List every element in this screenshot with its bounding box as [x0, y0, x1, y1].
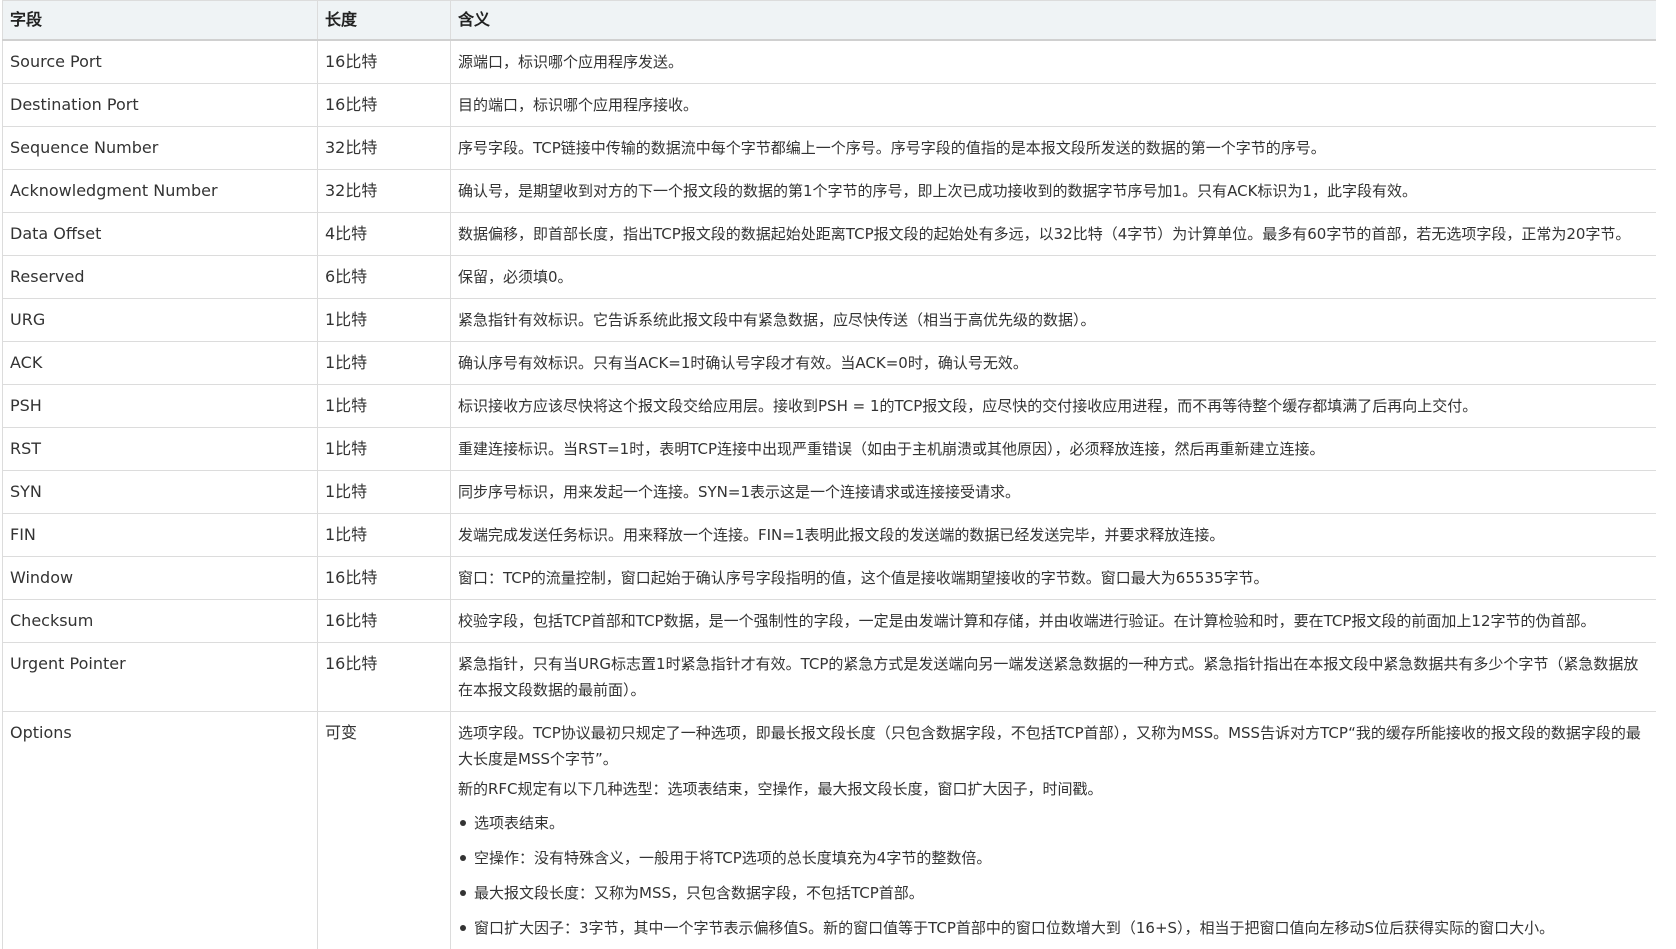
cell-field: RST — [2, 427, 318, 471]
cell-length: 1比特 — [317, 384, 451, 428]
cell-meaning: 数据偏移，即首部长度，指出TCP报文段的数据起始处距离TCP报文段的起始处有多远… — [450, 212, 1656, 256]
table-row: Urgent Pointer 16比特 紧急指针，只有当URG标志置1时紧急指针… — [2, 642, 1656, 712]
table-header-row: 字段 长度 含义 — [2, 0, 1656, 41]
list-item-text: 窗口扩大因子：3字节，其中一个字节表示偏移值S。新的窗口值等于TCP首部中的窗口… — [474, 919, 1555, 937]
cell-length: 6比特 — [317, 255, 451, 299]
cell-meaning: 窗口：TCP的流量控制，窗口起始于确认序号字段指明的值，这个值是接收端期望接收的… — [450, 556, 1656, 600]
cell-meaning: 目的端口，标识哪个应用程序接收。 — [450, 83, 1656, 127]
cell-length: 16比特 — [317, 83, 451, 127]
bullet-icon — [460, 890, 466, 896]
cell-field: Destination Port — [2, 83, 318, 127]
cell-meaning: 标识接收方应该尽快将这个报文段交给应用层。接收到PSH = 1的TCP报文段，应… — [450, 384, 1656, 428]
cell-length: 1比特 — [317, 470, 451, 514]
cell-field: Source Port — [2, 39, 318, 84]
list-item-text: 选项表结束。 — [474, 814, 565, 832]
cell-field: Sequence Number — [2, 126, 318, 170]
options-list: 选项表结束。 空操作：没有特殊含义，一般用于将TCP选项的总长度填充为4字节的整… — [458, 810, 1649, 941]
cell-field: Reserved — [2, 255, 318, 299]
table-row: Window 16比特 窗口：TCP的流量控制，窗口起始于确认序号字段指明的值，… — [2, 556, 1656, 600]
cell-length: 1比特 — [317, 513, 451, 557]
cell-length: 1比特 — [317, 298, 451, 342]
cell-length: 32比特 — [317, 126, 451, 170]
cell-field: Window — [2, 556, 318, 600]
cell-meaning: 校验字段，包括TCP首部和TCP数据，是一个强制性的字段，一定是由发端计算和存储… — [450, 599, 1656, 643]
cell-field: Checksum — [2, 599, 318, 643]
cell-meaning: 重建连接标识。当RST=1时，表明TCP连接中出现严重错误（如由于主机崩溃或其他… — [450, 427, 1656, 471]
cell-field: SYN — [2, 470, 318, 514]
bullet-icon — [460, 855, 466, 861]
cell-length: 16比特 — [317, 39, 451, 84]
cell-length: 可变 — [317, 711, 451, 949]
list-item: 最大报文段长度：又称为MSS，只包含数据字段，不包括TCP首部。 — [458, 880, 1649, 906]
cell-meaning: 源端口，标识哪个应用程序发送。 — [450, 39, 1656, 84]
cell-meaning-options: 选项字段。TCP协议最初只规定了一种选项，即最长报文段长度（只包含数据字段，不包… — [450, 711, 1656, 949]
table-row: URG 1比特 紧急指针有效标识。它告诉系统此报文段中有紧急数据，应尽快传送（相… — [2, 298, 1656, 342]
cell-length: 16比特 — [317, 556, 451, 600]
options-paragraph-1: 选项字段。TCP协议最初只规定了一种选项，即最长报文段长度（只包含数据字段，不包… — [458, 724, 1641, 768]
table-row-options: Options 可变 选项字段。TCP协议最初只规定了一种选项，即最长报文段长度… — [2, 711, 1656, 949]
cell-field: PSH — [2, 384, 318, 428]
cell-field: Options — [2, 711, 318, 949]
cell-field: FIN — [2, 513, 318, 557]
table-row: RST 1比特 重建连接标识。当RST=1时，表明TCP连接中出现严重错误（如由… — [2, 427, 1656, 471]
table-row: Sequence Number 32比特 序号字段。TCP链接中传输的数据流中每… — [2, 126, 1656, 170]
cell-field: Data Offset — [2, 212, 318, 256]
list-item: 空操作：没有特殊含义，一般用于将TCP选项的总长度填充为4字节的整数倍。 — [458, 845, 1649, 871]
header-meaning: 含义 — [450, 0, 1656, 41]
cell-meaning: 同步序号标识，用来发起一个连接。SYN=1表示这是一个连接请求或连接接受请求。 — [450, 470, 1656, 514]
cell-meaning: 确认号，是期望收到对方的下一个报文段的数据的第1个字节的序号，即上次已成功接收到… — [450, 169, 1656, 213]
list-item: 窗口扩大因子：3字节，其中一个字节表示偏移值S。新的窗口值等于TCP首部中的窗口… — [458, 915, 1649, 941]
table-row: PSH 1比特 标识接收方应该尽快将这个报文段交给应用层。接收到PSH = 1的… — [2, 384, 1656, 428]
cell-field: URG — [2, 298, 318, 342]
tcp-header-fields-table: 字段 长度 含义 Source Port 16比特 源端口，标识哪个应用程序发送… — [2, 0, 1656, 949]
header-field: 字段 — [2, 0, 318, 41]
table-row: ACK 1比特 确认序号有效标识。只有当ACK=1时确认号字段才有效。当ACK=… — [2, 341, 1656, 385]
table-row: Destination Port 16比特 目的端口，标识哪个应用程序接收。 — [2, 83, 1656, 127]
table-row: Checksum 16比特 校验字段，包括TCP首部和TCP数据，是一个强制性的… — [2, 599, 1656, 643]
bullet-icon — [460, 820, 466, 826]
tcp-header-table-container: 字段 长度 含义 Source Port 16比特 源端口，标识哪个应用程序发送… — [2, 0, 1656, 949]
table-row: Source Port 16比特 源端口，标识哪个应用程序发送。 — [2, 39, 1656, 84]
cell-meaning: 发端完成发送任务标识。用来释放一个连接。FIN=1表明此报文段的发送端的数据已经… — [450, 513, 1656, 557]
cell-meaning: 紧急指针有效标识。它告诉系统此报文段中有紧急数据，应尽快传送（相当于高优先级的数… — [450, 298, 1656, 342]
cell-meaning: 序号字段。TCP链接中传输的数据流中每个字节都编上一个序号。序号字段的值指的是本… — [450, 126, 1656, 170]
header-length: 长度 — [317, 0, 451, 41]
cell-length: 16比特 — [317, 642, 451, 712]
table-row: Data Offset 4比特 数据偏移，即首部长度，指出TCP报文段的数据起始… — [2, 212, 1656, 256]
cell-meaning: 保留，必须填0。 — [450, 255, 1656, 299]
table-row: Acknowledgment Number 32比特 确认号，是期望收到对方的下… — [2, 169, 1656, 213]
table-row: SYN 1比特 同步序号标识，用来发起一个连接。SYN=1表示这是一个连接请求或… — [2, 470, 1656, 514]
bullet-icon — [460, 925, 466, 931]
cell-field: Urgent Pointer — [2, 642, 318, 712]
list-item-text: 空操作：没有特殊含义，一般用于将TCP选项的总长度填充为4字节的整数倍。 — [474, 849, 992, 867]
table-row: FIN 1比特 发端完成发送任务标识。用来释放一个连接。FIN=1表明此报文段的… — [2, 513, 1656, 557]
cell-meaning: 确认序号有效标识。只有当ACK=1时确认号字段才有效。当ACK=0时，确认号无效… — [450, 341, 1656, 385]
table-row: Reserved 6比特 保留，必须填0。 — [2, 255, 1656, 299]
options-paragraph-2: 新的RFC规定有以下几种选型：选项表结束，空操作，最大报文段长度，窗口扩大因子，… — [458, 780, 1103, 798]
cell-length: 32比特 — [317, 169, 451, 213]
list-item-text: 最大报文段长度：又称为MSS，只包含数据字段，不包括TCP首部。 — [474, 884, 924, 902]
list-item: 选项表结束。 — [458, 810, 1649, 836]
cell-length: 1比特 — [317, 427, 451, 471]
cell-length: 1比特 — [317, 341, 451, 385]
cell-field: ACK — [2, 341, 318, 385]
cell-field: Acknowledgment Number — [2, 169, 318, 213]
cell-length: 16比特 — [317, 599, 451, 643]
cell-meaning: 紧急指针，只有当URG标志置1时紧急指针才有效。TCP的紧急方式是发送端向另一端… — [450, 642, 1656, 712]
cell-length: 4比特 — [317, 212, 451, 256]
